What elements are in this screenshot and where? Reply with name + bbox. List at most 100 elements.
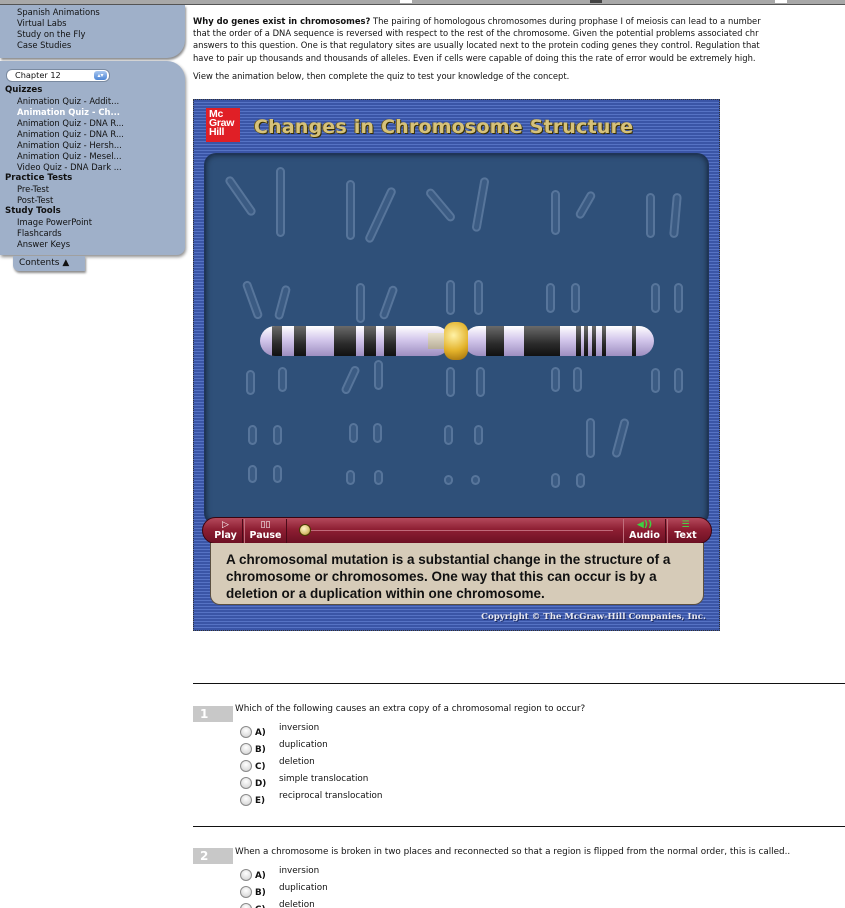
centromere: [444, 322, 468, 360]
question-divider: [193, 826, 845, 827]
sidebar-item-quiz[interactable]: Animation Quiz - DNA R...: [17, 129, 185, 140]
background-chromosome: [674, 283, 683, 313]
text-icon: ☰: [681, 520, 690, 530]
background-chromosome: [646, 193, 655, 238]
option-text: duplication: [279, 883, 328, 893]
progress-slider-knob[interactable]: [299, 524, 311, 536]
sidebar-item-quiz[interactable]: Animation Quiz - Mesel...: [17, 151, 185, 162]
background-chromosome: [444, 425, 453, 445]
sidebar-item-quiz[interactable]: Animation Quiz - Addit...: [17, 96, 185, 107]
sidebar-item-answer-keys[interactable]: Answer Keys: [17, 239, 185, 250]
background-chromosome: [340, 364, 361, 396]
chapter-select[interactable]: Chapter 12 ▴▾: [6, 69, 110, 82]
chromosome-band: [584, 326, 588, 356]
radio-button[interactable]: [240, 903, 252, 908]
background-chromosome: [446, 367, 455, 397]
question-text: Which of the following causes an extra c…: [235, 704, 586, 714]
player-control-bar: ▷ Play ▯▯ Pause ◀)) Audio ☰ Text: [202, 517, 712, 544]
background-chromosome: [474, 425, 483, 445]
radio-button[interactable]: [240, 869, 252, 881]
toolbar-marker: [590, 0, 602, 3]
chromosome-band: [364, 326, 376, 356]
background-chromosome: [278, 367, 287, 392]
play-icon: ▷: [222, 520, 229, 530]
option-letter: B): [255, 888, 266, 898]
background-chromosome: [674, 368, 683, 393]
background-chromosome: [346, 470, 355, 485]
background-chromosome: [551, 367, 560, 392]
sidebar-item-quiz[interactable]: Animation Quiz - DNA R...: [17, 118, 185, 129]
sidebar-link-spanish-animations[interactable]: Spanish Animations: [17, 7, 185, 18]
chromosome-band: [334, 326, 356, 356]
sidebar-link-case-studies[interactable]: Case Studies: [17, 40, 185, 51]
animation-player[interactable]: Mc Graw Hill Changes in Chromosome Struc…: [193, 99, 720, 631]
option-text: deletion: [279, 900, 315, 908]
instruction-text: View the animation below, then complete …: [193, 70, 570, 81]
question-number-badge: 2: [193, 848, 233, 864]
sidebar-item-image-powerpoint[interactable]: Image PowerPoint: [17, 217, 185, 228]
background-chromosome: [223, 174, 258, 218]
sidebar-link-virtual-labs[interactable]: Virtual Labs: [17, 18, 185, 29]
background-chromosome: [241, 279, 264, 321]
chromosome-band: [576, 326, 581, 356]
background-chromosome: [374, 360, 383, 390]
sidebar-item-quiz-active[interactable]: Animation Quiz - Ch...: [17, 107, 185, 118]
background-chromosome: [349, 423, 358, 443]
background-chromosome: [651, 283, 660, 313]
radio-button[interactable]: [240, 760, 252, 772]
intro-paragraph: Why do genes exist in chromosomes? The p…: [193, 15, 845, 64]
background-chromosome: [248, 425, 257, 445]
text-button[interactable]: ☰ Text: [667, 519, 703, 543]
chromosome-band: [294, 326, 306, 356]
pause-icon: ▯▯: [260, 520, 271, 530]
background-chromosome: [273, 465, 282, 483]
intro-heading: Why do genes exist in chromosomes?: [193, 16, 371, 26]
select-stepper-icon: ▴▾: [94, 71, 107, 80]
background-chromosome: [356, 283, 365, 323]
progress-slider-track[interactable]: [306, 530, 613, 531]
background-chromosome: [571, 283, 580, 313]
chromosome-band: [384, 326, 396, 356]
background-chromosome: [446, 280, 455, 315]
pause-button[interactable]: ▯▯ Pause: [244, 519, 287, 543]
background-chromosome: [669, 192, 682, 239]
section-title-quizzes: Quizzes: [5, 85, 43, 95]
audio-button[interactable]: ◀)) Audio: [623, 519, 666, 543]
background-chromosome: [573, 367, 582, 392]
chromosome-band: [592, 326, 596, 356]
question-number-badge: 1: [193, 706, 233, 722]
radio-button[interactable]: [240, 794, 252, 806]
radio-button[interactable]: [240, 726, 252, 738]
option-text: reciprocal translocation: [279, 791, 383, 801]
radio-button[interactable]: [240, 886, 252, 898]
option-text: simple translocation: [279, 774, 369, 784]
sidebar-item-post-test[interactable]: Post-Test: [17, 195, 185, 206]
sidebar-item-quiz[interactable]: Video Quiz - DNA Dark ...: [17, 162, 185, 173]
option-text: inversion: [279, 723, 320, 733]
background-chromosome: [246, 370, 255, 395]
background-chromosome: [576, 473, 585, 488]
sidebar-item-pre-test[interactable]: Pre-Test: [17, 184, 185, 195]
chromosome-band: [602, 326, 606, 356]
play-button[interactable]: ▷ Play: [209, 519, 243, 543]
background-chromosome: [474, 280, 483, 315]
intro-line: have to pair up thousands and thousands …: [193, 52, 756, 63]
sidebar-item-flashcards[interactable]: Flashcards: [17, 228, 185, 239]
option-letter: D): [255, 779, 267, 789]
option-letter: C): [255, 762, 266, 772]
sidebar-link-study-on-the-fly[interactable]: Study on the Fly: [17, 29, 185, 40]
radio-button[interactable]: [240, 777, 252, 789]
chromosome-band: [632, 326, 636, 356]
background-chromosome: [378, 284, 399, 321]
background-chromosome: [471, 176, 490, 233]
animation-caption: A chromosomal mutation is a substantial …: [210, 543, 704, 605]
mcgraw-hill-logo: Mc Graw Hill: [206, 108, 240, 142]
intro-line: The pairing of homologous chromosomes du…: [370, 16, 761, 26]
background-chromosome: [363, 185, 398, 245]
sidebar-item-quiz[interactable]: Animation Quiz - Hersh...: [17, 140, 185, 151]
option-letter: A): [255, 871, 266, 881]
contents-toggle-tab[interactable]: Contents ▲: [13, 256, 85, 271]
animation-stage: [204, 153, 709, 525]
radio-button[interactable]: [240, 743, 252, 755]
section-title-practice-tests: Practice Tests: [5, 173, 73, 183]
